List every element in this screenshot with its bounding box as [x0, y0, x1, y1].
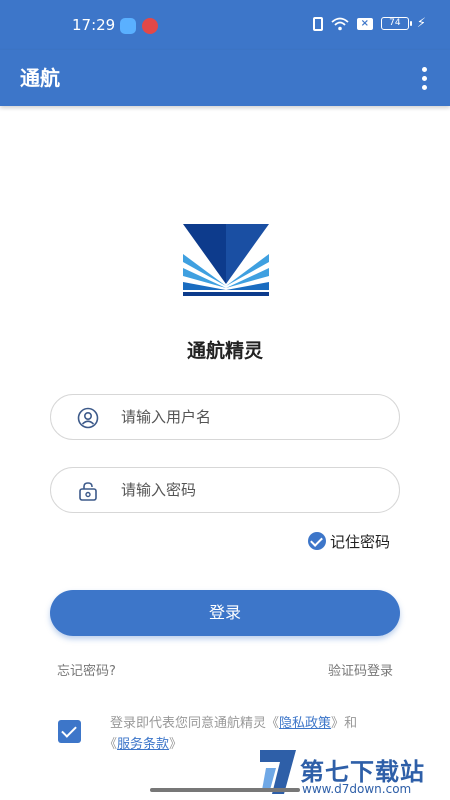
system-icons: × 74 ⚡	[312, 16, 426, 31]
username-input[interactable]	[121, 395, 381, 439]
password-input[interactable]	[121, 468, 381, 512]
lock-icon	[79, 482, 97, 501]
app-logo	[183, 224, 269, 296]
quote-open: 《	[266, 716, 280, 731]
notification-icons	[120, 18, 158, 34]
app-bar: 通航	[0, 50, 450, 106]
battery-icon: 74	[380, 17, 412, 30]
mail-app-icon	[142, 18, 158, 34]
agreement-and: 和	[344, 716, 358, 731]
agreement-prefix: 登录即代表您同意通航精灵	[110, 716, 267, 731]
app-bar-title: 通航	[20, 66, 60, 90]
quote-close-2: 》	[169, 737, 183, 752]
forgot-password-link[interactable]: 忘记密码?	[57, 660, 116, 679]
remember-password-label: 记住密码	[330, 532, 391, 551]
agreement-checkbox[interactable]	[58, 720, 81, 743]
more-vert-icon[interactable]	[414, 62, 434, 94]
watermark-url: www.d7down.com	[302, 782, 412, 796]
wifi-icon	[331, 17, 349, 30]
status-time: 17:29	[72, 16, 116, 34]
quote-open-2: 《	[104, 737, 118, 752]
privacy-policy-link[interactable]: 隐私政策	[279, 716, 331, 731]
username-field[interactable]	[50, 394, 400, 440]
app-name: 通航精灵	[186, 340, 263, 362]
password-field[interactable]	[50, 467, 400, 513]
quote-close: 》	[331, 716, 345, 731]
login-button[interactable]: 登录	[50, 590, 400, 636]
vibrate-icon	[312, 16, 323, 31]
weather-app-icon	[120, 18, 136, 34]
status-bar: 17:29 × 74 ⚡	[0, 0, 450, 50]
sms-login-link[interactable]: 验证码登录	[328, 660, 393, 679]
checkmark-icon	[308, 532, 326, 550]
user-icon	[77, 407, 99, 429]
sim-off-icon: ×	[356, 17, 373, 30]
terms-of-service-link[interactable]: 服务条款	[117, 737, 169, 752]
remember-password-toggle[interactable]: 记住密码	[308, 530, 390, 552]
charging-icon: ⚡	[416, 16, 426, 31]
home-indicator[interactable]	[150, 788, 300, 792]
